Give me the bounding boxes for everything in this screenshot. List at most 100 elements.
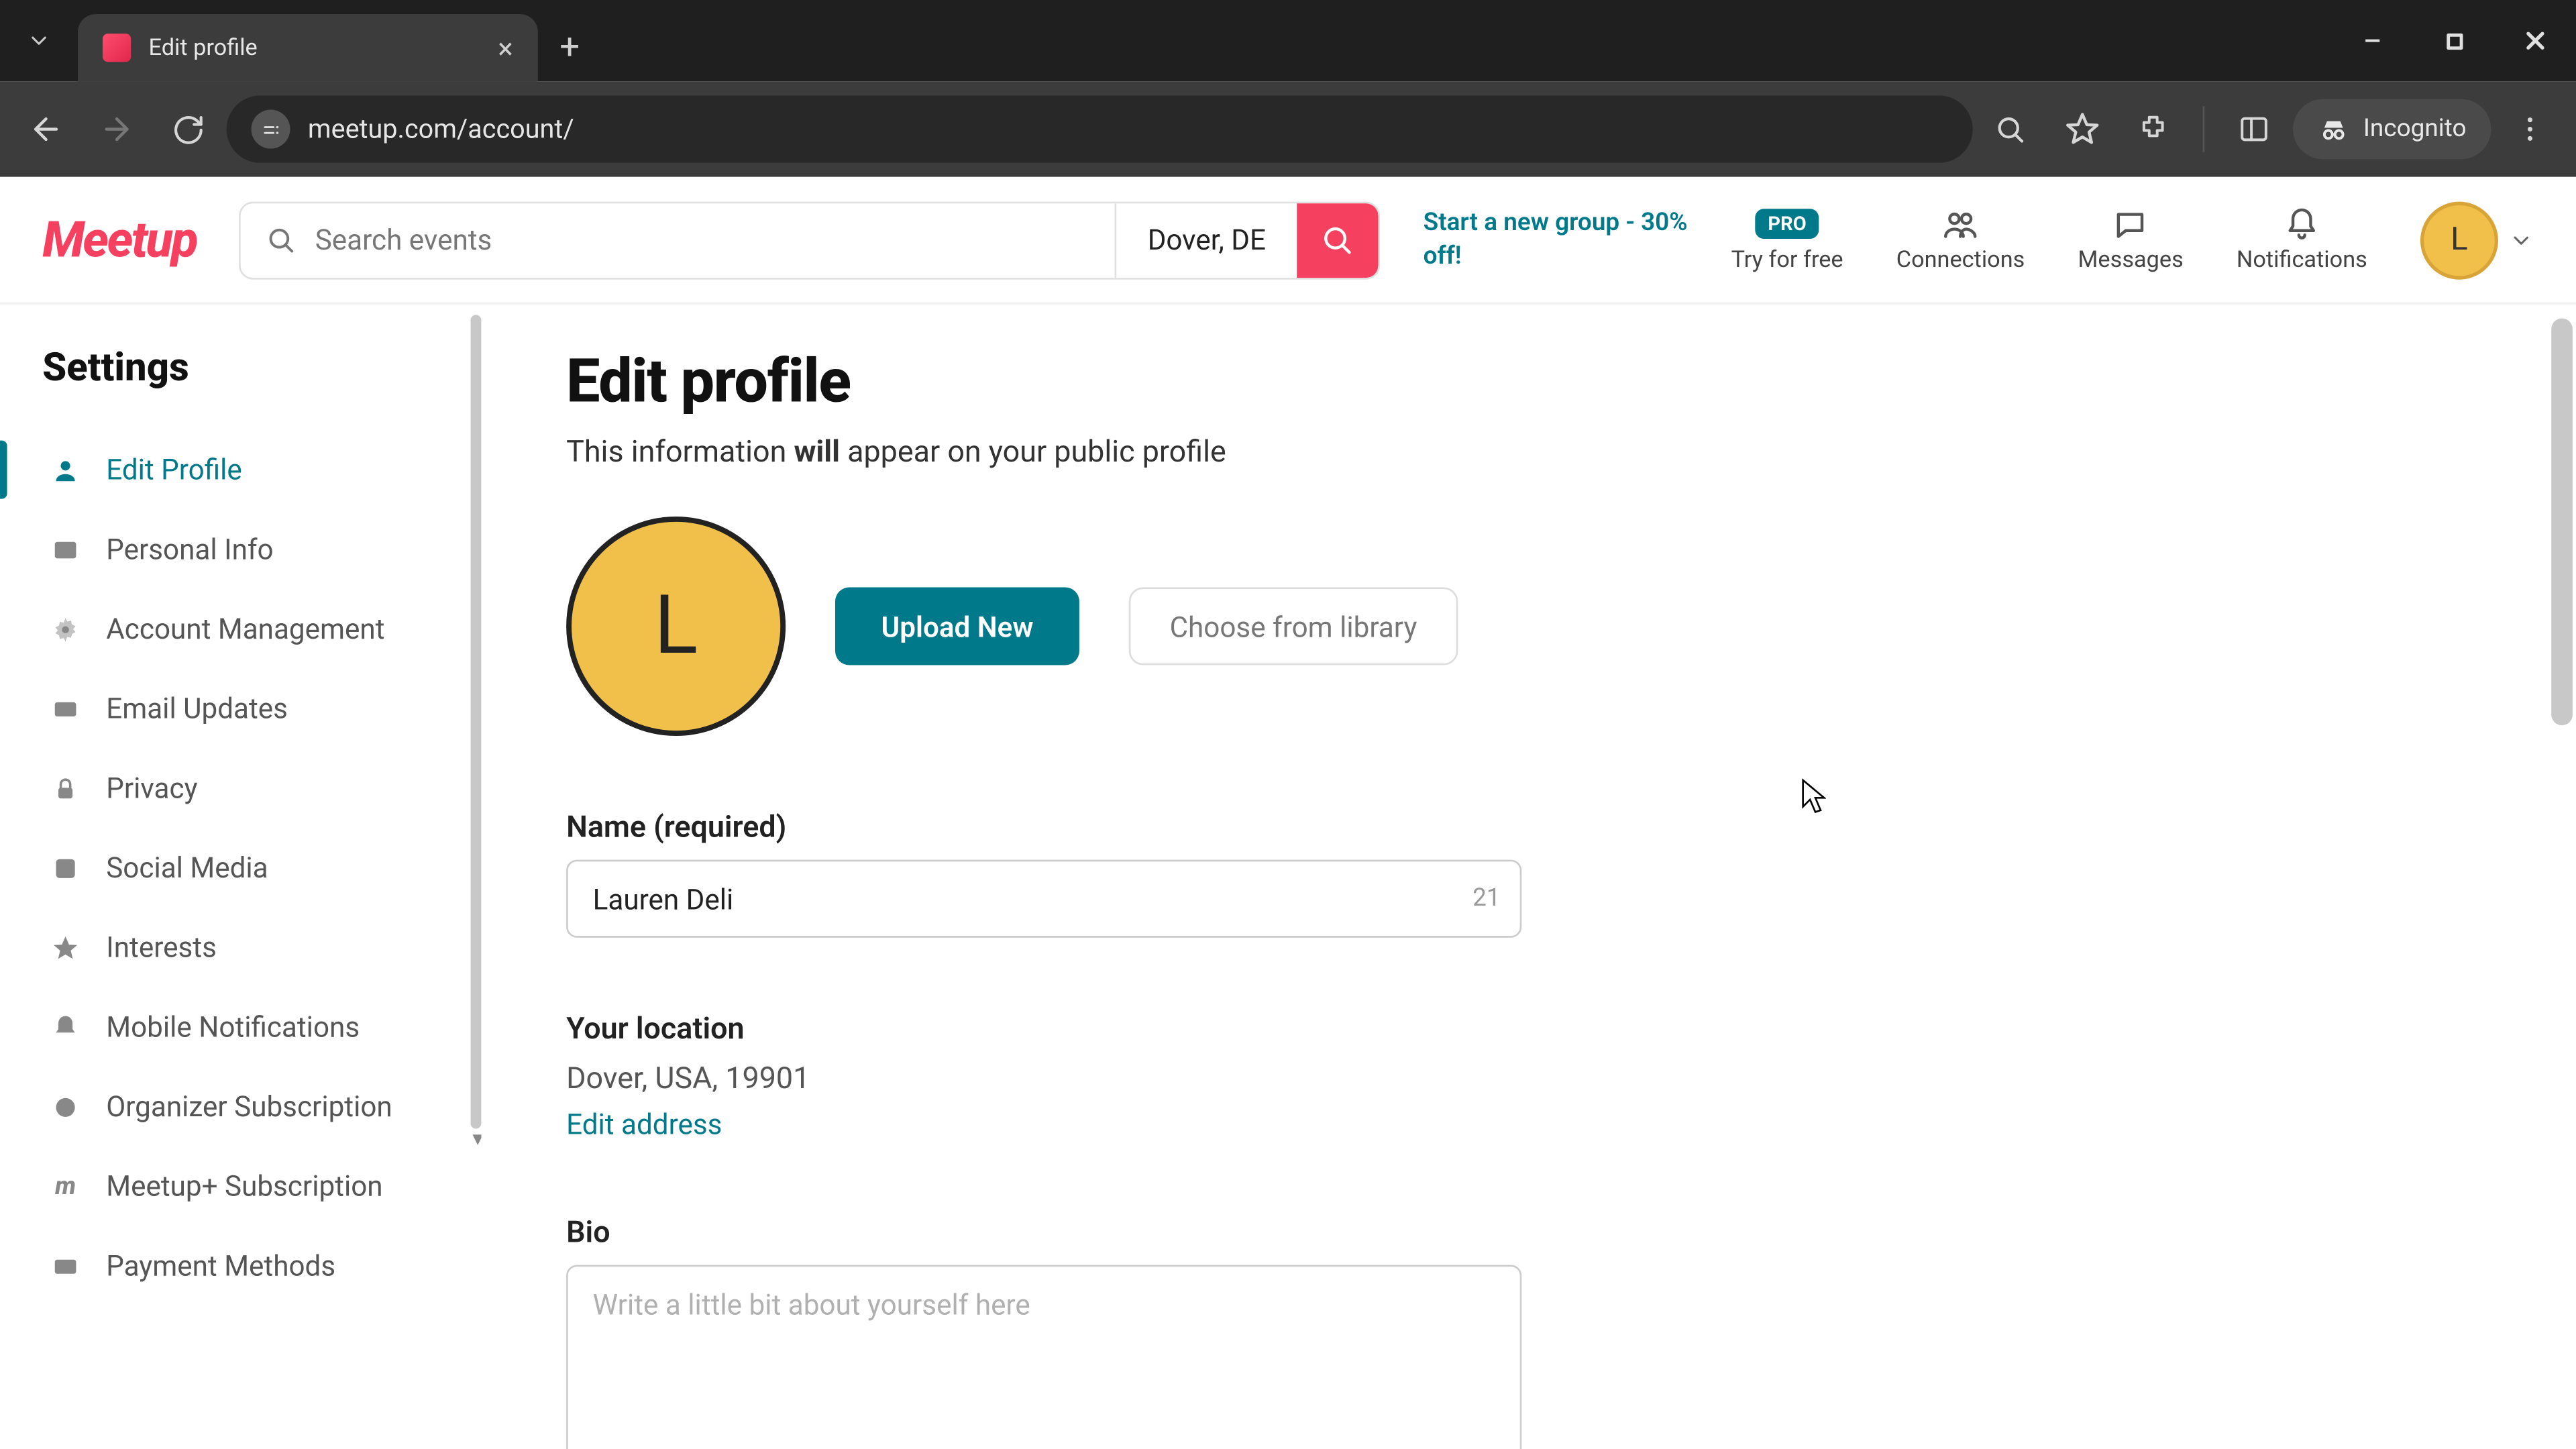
sidebar-item-label: Edit Profile [106,453,242,486]
mouse-cursor-icon [1801,778,1826,820]
lock-icon [50,772,81,804]
zoom-search-icon[interactable] [1980,97,2043,161]
search-placeholder: Search events [315,223,492,256]
sidebar-item-label: Interests [106,930,217,964]
bio-textarea[interactable] [566,1265,1521,1449]
new-tab-button[interactable]: + [538,11,602,81]
sidebar-item-meetup-plus-subscription[interactable]: m Meetup+ Subscription [42,1146,481,1226]
notifications-link[interactable]: Notifications [2237,206,2367,273]
settings-sidebar: Settings Edit Profile Personal Info Acco… [0,305,481,1449]
meetup-logo[interactable]: Meetup [42,211,197,269]
event-search-bar: Search events Dover, DE [239,201,1381,278]
side-panel-button[interactable] [2222,97,2286,161]
nav-label: Connections [1896,247,2025,274]
location-value: Dover, USA, 19901 [566,1061,1521,1097]
page-body: Settings Edit Profile Personal Info Acco… [0,305,2576,1449]
window-close-button[interactable] [2495,0,2576,81]
incognito-indicator[interactable]: Incognito [2292,99,2491,160]
mail-icon [50,693,81,724]
name-label: Name (required) [566,810,1521,846]
sidebar-item-email-updates[interactable]: Email Updates [42,669,481,749]
bell-icon [50,1011,81,1042]
sidebar-item-label: Privacy [106,771,197,805]
bookmark-button[interactable] [2050,97,2114,161]
edit-address-link[interactable]: Edit address [566,1108,722,1141]
search-location-input[interactable]: Dover, DE [1114,203,1298,277]
window-controls [2332,0,2576,81]
connections-link[interactable]: Connections [1896,206,2025,273]
nav-label: Try for free [1731,247,1843,274]
location-label: Your location [566,1012,1521,1048]
nav-reload-button[interactable] [156,97,219,161]
sidebar-title: Settings [42,347,481,391]
nav-forward-button[interactable] [85,97,149,161]
main-content: Edit profile This information will appea… [481,305,2576,1449]
tab-title: Edit profile [149,34,258,61]
sidebar-item-label: Account Management [106,612,384,646]
browser-toolbar: meetup.com/account/ Incognito [0,81,2576,176]
sidebar-item-account-management[interactable]: Account Management [42,589,481,669]
browser-menu-button[interactable] [2498,97,2562,161]
sidebar-item-label: Organizer Subscription [106,1090,392,1124]
window-maximize-button[interactable] [2413,0,2494,81]
person-icon [50,453,81,485]
star-icon [50,932,81,963]
m-plus-icon: m [50,1171,81,1202]
url-text: meetup.com/account/ [308,113,1947,145]
sidebar-item-personal-info[interactable]: Personal Info [42,510,481,590]
sidebar-item-mobile-notifications[interactable]: Mobile Notifications [42,987,481,1067]
bio-field: Bio [566,1216,1521,1449]
chevron-down-icon [2509,227,2534,252]
sidebar-scrollbar[interactable]: ▲ ▼ [471,315,482,1128]
tab-close-button[interactable]: × [498,31,513,64]
extensions-button[interactable] [2121,97,2185,161]
upload-new-button[interactable]: Upload New [835,588,1079,665]
messages-icon [2111,206,2150,241]
site-info-button[interactable] [252,110,290,149]
bio-label: Bio [566,1216,1521,1251]
window-minimize-button[interactable] [2332,0,2413,81]
sidebar-item-label: Payment Methods [106,1249,335,1283]
choose-from-library-button[interactable]: Choose from library [1129,588,1458,665]
try-for-free-link[interactable]: PRO Try for free [1731,206,1843,273]
sidebar-item-edit-profile[interactable]: Edit Profile [42,430,481,510]
location-field: Your location Dover, USA, 19901 Edit add… [566,1012,1521,1142]
bell-icon [2284,206,2320,241]
nav-back-button[interactable] [14,97,78,161]
nav-label: Notifications [2237,247,2367,274]
search-submit-button[interactable] [1297,201,1379,278]
sidebar-item-payment-methods[interactable]: Payment Methods [42,1226,481,1306]
sidebar-item-organizer-subscription[interactable]: Organizer Subscription [42,1067,481,1146]
pro-badge: PRO [1756,209,1819,239]
name-input[interactable] [566,860,1521,938]
tab-favicon-icon [103,34,131,62]
search-events-input[interactable]: Search events [241,223,1114,256]
address-bar[interactable]: meetup.com/account/ [227,95,1972,162]
page-title: Edit profile [566,347,2491,417]
incognito-icon [2317,113,2349,145]
messages-link[interactable]: Messages [2078,206,2184,273]
search-icon [266,224,297,256]
name-char-counter: 21 [1472,885,1501,913]
sidebar-item-label: Email Updates [106,692,288,725]
card-icon [50,1250,81,1281]
sidebar-item-label: Social Media [106,851,268,885]
page-scrollbar[interactable] [2551,319,2573,726]
app-header: Meetup Search events Dover, DE Start a n… [0,177,2576,305]
gear-icon [50,613,81,645]
sidebar-item-social-media[interactable]: Social Media [42,828,481,908]
search-icon [1321,222,1356,258]
id-card-icon [50,533,81,565]
nav-label: Messages [2078,247,2184,274]
profile-avatar[interactable]: L [566,517,786,736]
sidebar-item-privacy[interactable]: Privacy [42,749,481,828]
browser-titlebar: Edit profile × + [0,0,2576,81]
tab-search-button[interactable] [0,0,78,81]
sidebar-item-interests[interactable]: Interests [42,908,481,987]
profile-menu-button[interactable]: L [2420,201,2534,278]
browser-tab[interactable]: Edit profile × [78,14,538,81]
start-group-promo-link[interactable]: Start a new group - 30% off! [1424,207,1689,272]
connections-icon [1939,206,1982,241]
scroll-down-icon[interactable]: ▼ [469,1130,481,1150]
page-subtitle: This information will appear on your pub… [566,435,2491,471]
